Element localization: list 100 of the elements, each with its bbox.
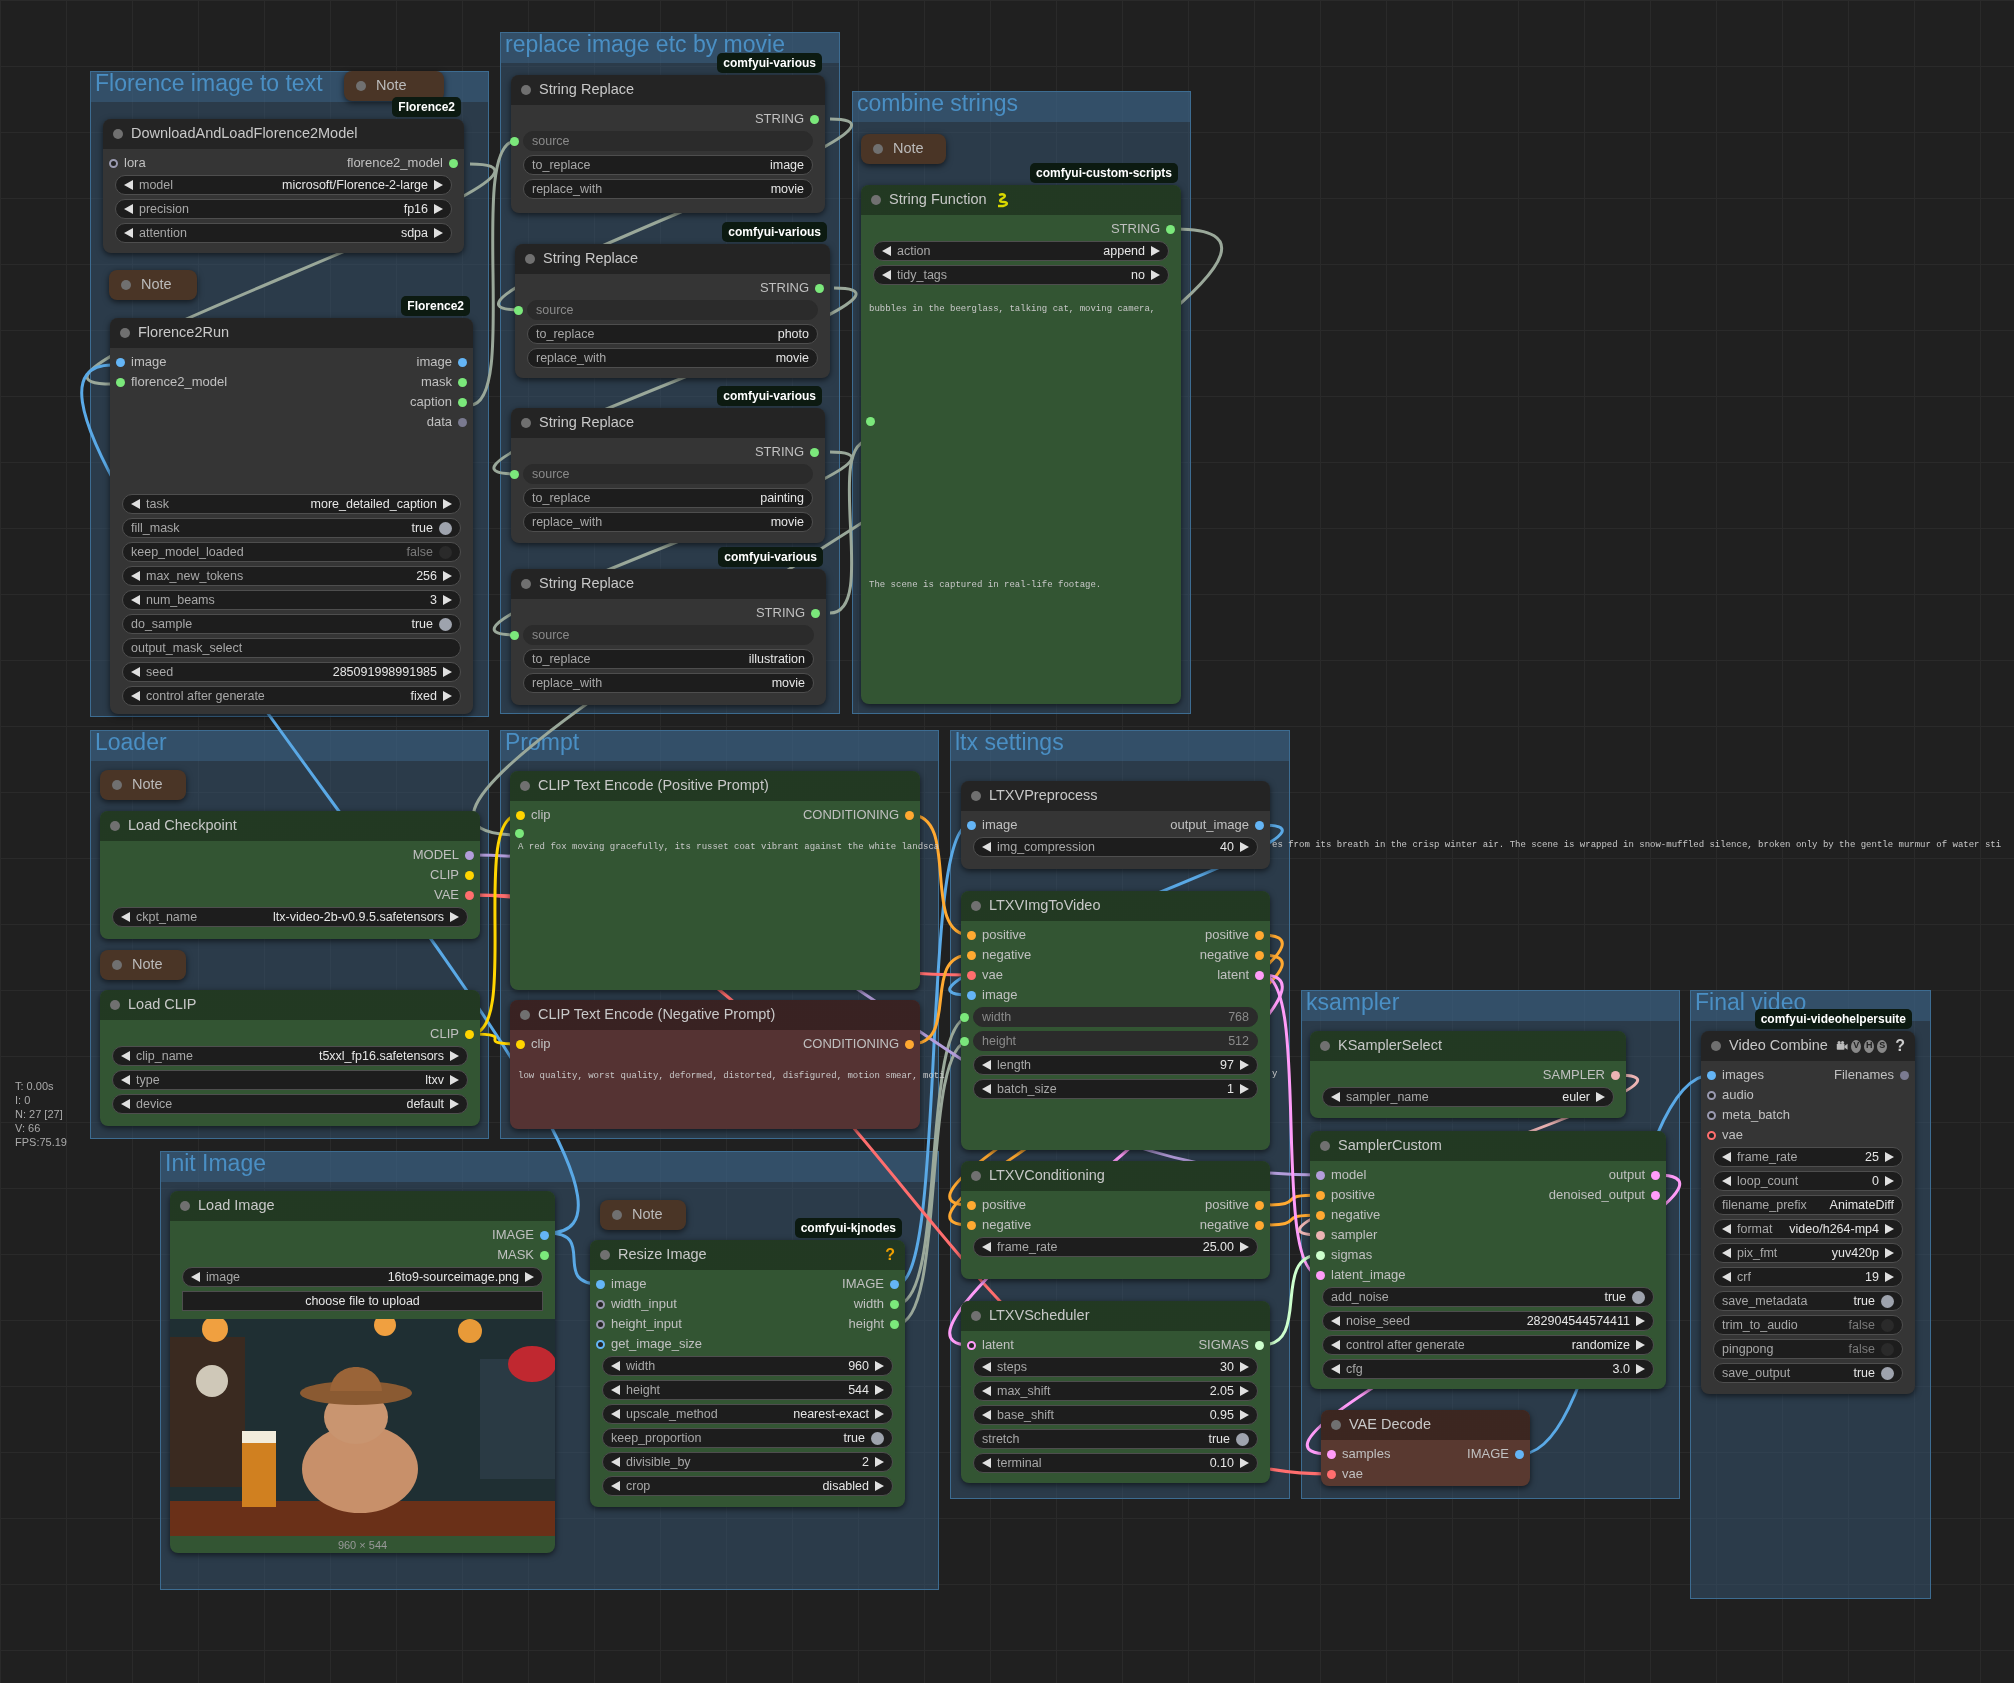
output-slot-dot[interactable] <box>890 1319 899 1329</box>
input-slot-dot[interactable] <box>960 1013 969 1022</box>
collapse-dot-icon[interactable] <box>521 579 531 589</box>
collapse-dot-icon[interactable] <box>520 781 530 791</box>
input-slot-dot[interactable] <box>967 990 976 1000</box>
output-slot-dot[interactable] <box>815 283 824 293</box>
left-arrow-icon[interactable] <box>611 1361 620 1371</box>
left-arrow-icon[interactable] <box>611 1457 620 1467</box>
input-slot-dot[interactable] <box>596 1279 605 1289</box>
input-slot-dot[interactable] <box>596 1339 605 1349</box>
text-widget[interactable]: filename_prefix AnimateDiff <box>1713 1195 1903 1215</box>
left-arrow-icon[interactable] <box>1331 1092 1340 1102</box>
toggle-knob[interactable] <box>1881 1318 1894 1332</box>
input-slot-dot[interactable] <box>967 950 976 960</box>
output-slot-dot[interactable] <box>905 1039 914 1049</box>
dropdown-widget[interactable]: task more_detailed_caption <box>122 494 461 514</box>
input-slot-dot[interactable] <box>116 377 125 387</box>
note-node[interactable]: Note <box>100 770 186 800</box>
dropdown-widget[interactable]: pix_fmt yuv420p <box>1713 1243 1903 1263</box>
right-arrow-icon[interactable] <box>1885 1272 1894 1282</box>
output-slot-dot[interactable] <box>810 114 819 124</box>
collapse-dot-icon[interactable] <box>612 1210 622 1220</box>
right-arrow-icon[interactable] <box>434 204 443 214</box>
right-arrow-icon[interactable] <box>1240 1242 1249 1252</box>
output-slot-dot[interactable] <box>810 447 819 457</box>
input-slot-dot[interactable] <box>1707 1090 1716 1100</box>
input-slot-dot[interactable] <box>109 158 118 168</box>
toggle-knob[interactable] <box>1632 1290 1645 1304</box>
left-arrow-icon[interactable] <box>611 1385 620 1395</box>
right-arrow-icon[interactable] <box>1596 1092 1605 1102</box>
input-slot-dot[interactable] <box>1316 1250 1325 1260</box>
left-arrow-icon[interactable] <box>121 1099 130 1109</box>
note-node[interactable]: Note <box>600 1200 686 1230</box>
collapse-dot-icon[interactable] <box>521 85 531 95</box>
input-slot-dot[interactable] <box>596 1299 605 1309</box>
left-arrow-icon[interactable] <box>982 842 991 852</box>
number-widget[interactable]: divisible_by 2 <box>602 1452 893 1472</box>
output-slot-dot[interactable] <box>540 1230 549 1240</box>
toggle-widget[interactable]: stretch true <box>973 1429 1258 1449</box>
collapse-dot-icon[interactable] <box>180 1201 190 1211</box>
left-arrow-icon[interactable] <box>882 270 891 280</box>
output-slot-dot[interactable] <box>458 357 467 367</box>
toggle-widget[interactable]: keep_proportion true <box>602 1428 893 1448</box>
left-arrow-icon[interactable] <box>982 1084 991 1094</box>
help-mark[interactable]: ? <box>1895 1034 1905 1058</box>
right-arrow-icon[interactable] <box>450 1075 459 1085</box>
input-slot-dot[interactable] <box>1316 1190 1325 1200</box>
input-slot-dot[interactable] <box>1707 1070 1716 1080</box>
left-arrow-icon[interactable] <box>124 228 133 238</box>
dropdown-widget[interactable]: ckpt_name ltx-video-2b-v0.9.5.safetensors <box>112 907 468 927</box>
dropdown-widget[interactable]: tidy_tags no <box>873 265 1169 285</box>
output-slot-dot[interactable] <box>458 417 467 427</box>
output-slot-dot[interactable] <box>1255 1340 1264 1350</box>
output-slot-dot[interactable] <box>1255 1200 1264 1210</box>
collapse-dot-icon[interactable] <box>971 1171 981 1181</box>
left-arrow-icon[interactable] <box>982 1242 991 1252</box>
output-slot-dot[interactable] <box>465 1029 474 1039</box>
left-arrow-icon[interactable] <box>121 1051 130 1061</box>
input-slot-dot[interactable] <box>596 1319 605 1329</box>
output-slot-dot[interactable] <box>905 810 914 820</box>
input-slot-dot[interactable] <box>516 810 525 820</box>
input-slot-dot[interactable] <box>1707 1110 1716 1120</box>
right-arrow-icon[interactable] <box>434 180 443 190</box>
right-arrow-icon[interactable] <box>1885 1152 1894 1162</box>
left-arrow-icon[interactable] <box>611 1409 620 1419</box>
left-arrow-icon[interactable] <box>1331 1364 1340 1374</box>
output-slot-dot[interactable] <box>458 397 467 407</box>
number-widget[interactable]: frame_rate 25.00 <box>973 1237 1258 1257</box>
number-widget[interactable]: batch_size 1 <box>973 1079 1258 1099</box>
right-arrow-icon[interactable] <box>443 499 452 509</box>
right-arrow-icon[interactable] <box>1885 1224 1894 1234</box>
right-arrow-icon[interactable] <box>434 228 443 238</box>
left-arrow-icon[interactable] <box>1722 1176 1731 1186</box>
text-widget[interactable]: to_replace illustration <box>523 649 814 669</box>
output-slot-dot[interactable] <box>465 850 474 860</box>
output-slot-dot[interactable] <box>1255 970 1264 980</box>
note-node[interactable]: Note <box>109 270 197 300</box>
output-slot-dot[interactable] <box>1255 950 1264 960</box>
collapse-dot-icon[interactable] <box>1320 1141 1330 1151</box>
collapse-dot-icon[interactable] <box>521 418 531 428</box>
left-arrow-icon[interactable] <box>131 691 140 701</box>
number-widget[interactable]: max_new_tokens 256 <box>122 566 461 586</box>
dropdown-widget[interactable]: model microsoft/Florence-2-large <box>115 175 452 195</box>
input-slot-dot[interactable] <box>1707 1130 1716 1140</box>
input-slot-dot[interactable] <box>515 829 524 838</box>
collapse-dot-icon[interactable] <box>112 960 122 970</box>
right-arrow-icon[interactable] <box>443 667 452 677</box>
toggle-widget[interactable]: fill_mask true <box>122 518 461 538</box>
output-slot-dot[interactable] <box>540 1250 549 1260</box>
left-arrow-icon[interactable] <box>131 571 140 581</box>
input-slot-dot[interactable] <box>967 930 976 940</box>
input-slot-dot[interactable] <box>1327 1449 1336 1459</box>
right-arrow-icon[interactable] <box>1151 246 1160 256</box>
number-widget[interactable]: width 960 <box>602 1356 893 1376</box>
text-widget[interactable]: replace_with movie <box>523 179 813 199</box>
number-widget[interactable]: img_compression 40 <box>973 837 1258 857</box>
collapse-dot-icon[interactable] <box>1331 1420 1341 1430</box>
output-slot-dot[interactable] <box>458 377 467 387</box>
left-arrow-icon[interactable] <box>982 1410 991 1420</box>
right-arrow-icon[interactable] <box>443 595 452 605</box>
